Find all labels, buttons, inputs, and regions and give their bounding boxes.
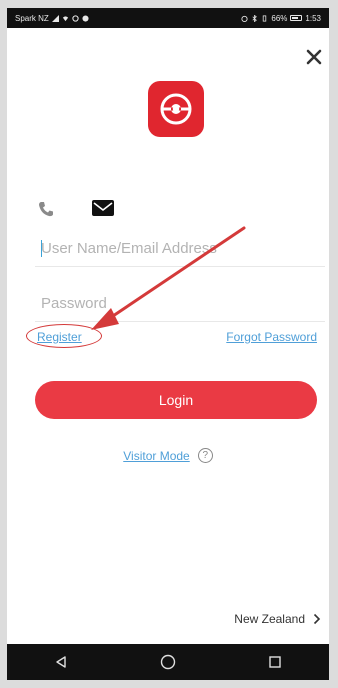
recents-square-icon (269, 656, 282, 668)
help-icon[interactable]: ? (197, 448, 213, 463)
back-triangle-icon (55, 656, 66, 668)
clock: 1:53 (305, 13, 321, 23)
visitor-mode-row: Visitor Mode ? (7, 448, 329, 463)
app-notification-icon (82, 14, 89, 22)
register-link[interactable]: Register (37, 330, 82, 344)
nav-back-button[interactable] (46, 647, 76, 677)
headset-icon (72, 14, 79, 22)
status-right: 66% 1:53 (241, 14, 321, 23)
alarm-icon (241, 15, 248, 22)
status-left: Spark NZ (15, 14, 89, 23)
battery-percent: 66% (271, 13, 288, 23)
login-button[interactable]: Login (35, 381, 317, 419)
email-login-tab[interactable] (92, 200, 114, 221)
status-bar: Spark NZ 66% 1:53 (7, 8, 329, 28)
app-logo-icon (160, 93, 192, 125)
forgot-password-link[interactable]: Forgot Password (226, 330, 317, 344)
region-label: New Zealand (234, 612, 305, 626)
close-icon (306, 49, 322, 65)
chevron-right-icon (313, 613, 321, 625)
phone-screen: Spark NZ 66% 1:53 User Name/Email Addres… (7, 8, 329, 680)
nav-recents-button[interactable] (260, 647, 290, 677)
app-logo (148, 81, 204, 137)
region-selector[interactable]: New Zealand (234, 612, 321, 626)
battery-icon (290, 15, 303, 21)
vibrate-icon (263, 14, 267, 22)
bluetooth-icon (252, 14, 258, 22)
system-nav-bar (7, 644, 329, 680)
nav-home-button[interactable] (153, 647, 183, 677)
password-input[interactable] (35, 286, 325, 322)
visitor-mode-link[interactable]: Visitor Mode (123, 449, 189, 463)
phone-icon (39, 202, 53, 217)
envelope-icon (92, 200, 114, 216)
phone-login-tab[interactable] (37, 200, 55, 223)
signal-icon (51, 14, 59, 22)
home-circle-icon (160, 654, 176, 670)
text-cursor (41, 240, 42, 257)
carrier-label: Spark NZ (15, 13, 49, 23)
wifi-icon (62, 15, 68, 21)
close-button[interactable] (303, 46, 325, 68)
username-input[interactable] (35, 231, 325, 267)
